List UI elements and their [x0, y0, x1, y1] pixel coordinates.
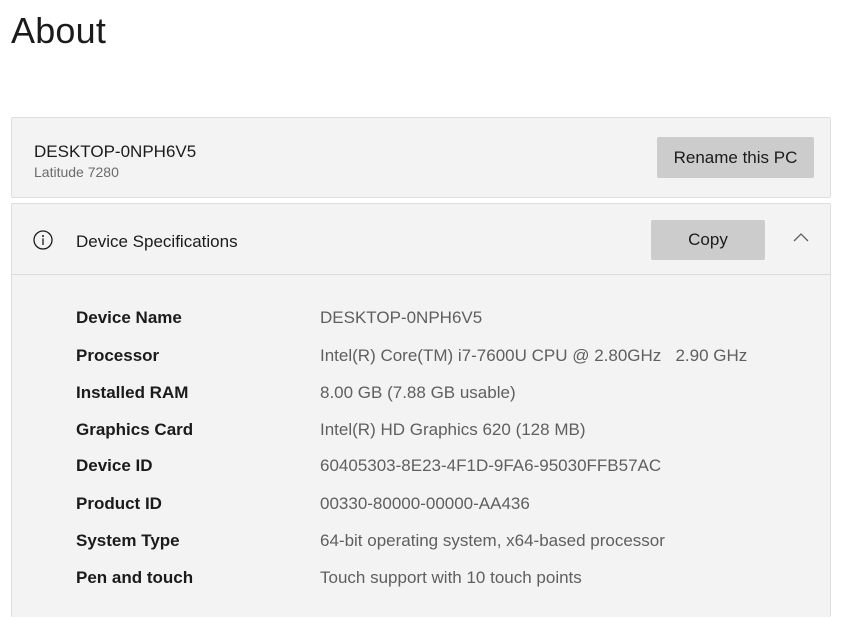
page-title: About [11, 10, 107, 51]
spec-value: Intel(R) HD Graphics 620 (128 MB) [320, 420, 586, 439]
spec-value: Touch support with 10 touch points [320, 568, 582, 587]
rename-pc-button[interactable]: Rename this PC [657, 137, 814, 178]
spec-row-product-id: Product ID 00330-80000-00000-AA436 [76, 494, 816, 518]
spec-row-pen-and-touch: Pen and touch Touch support with 10 touc… [76, 568, 816, 592]
spec-row-processor: Processor Intel(R) Core(TM) i7-7600U CPU… [76, 346, 816, 370]
spec-label: Device Name [76, 308, 182, 327]
spec-value: Intel(R) Core(TM) i7-7600U CPU @ 2.80GHz… [320, 346, 748, 365]
copy-button[interactable]: Copy [651, 220, 765, 260]
spec-label: Product ID [76, 494, 162, 513]
spec-value: 8.00 GB (7.88 GB usable) [320, 383, 516, 402]
spec-row-device-name: Device Name DESKTOP-0NPH6V5 [76, 308, 816, 332]
pc-model: Latitude 7280 [34, 164, 119, 180]
spec-value: DESKTOP-0NPH6V5 [320, 308, 483, 327]
device-specifications-header[interactable]: Device Specifications Copy [12, 204, 830, 275]
info-icon [33, 230, 53, 250]
device-specifications-panel: Device Specifications Copy Device Name D… [11, 203, 831, 617]
spec-row-installed-ram: Installed RAM 8.00 GB (7.88 GB usable) [76, 383, 816, 407]
spec-value: 64-bit operating system, x64-based proce… [320, 531, 665, 550]
spec-row-system-type: System Type 64-bit operating system, x64… [76, 531, 816, 555]
spec-label: Graphics Card [76, 420, 194, 439]
spec-value: 60405303-8E23-4F1D-9FA6-95030FFB57AC [320, 456, 662, 475]
device-specifications-title: Device Specifications [76, 232, 238, 251]
chevron-up-icon[interactable] [792, 231, 810, 243]
pc-name: DESKTOP-0NPH6V5 [34, 142, 197, 161]
spec-row-device-id: Device ID 60405303-8E23-4F1D-9FA6-95030F… [76, 456, 816, 480]
spec-label: System Type [76, 531, 180, 550]
spec-label: Device ID [76, 456, 153, 475]
spec-label: Pen and touch [76, 568, 194, 587]
pc-name-card: DESKTOP-0NPH6V5 Latitude 7280 Rename thi… [11, 117, 831, 198]
spec-label: Installed RAM [76, 383, 189, 402]
spec-value: 00330-80000-00000-AA436 [320, 494, 530, 513]
spec-row-graphics-card: Graphics Card Intel(R) HD Graphics 620 (… [76, 420, 816, 444]
spec-label: Processor [76, 346, 160, 365]
